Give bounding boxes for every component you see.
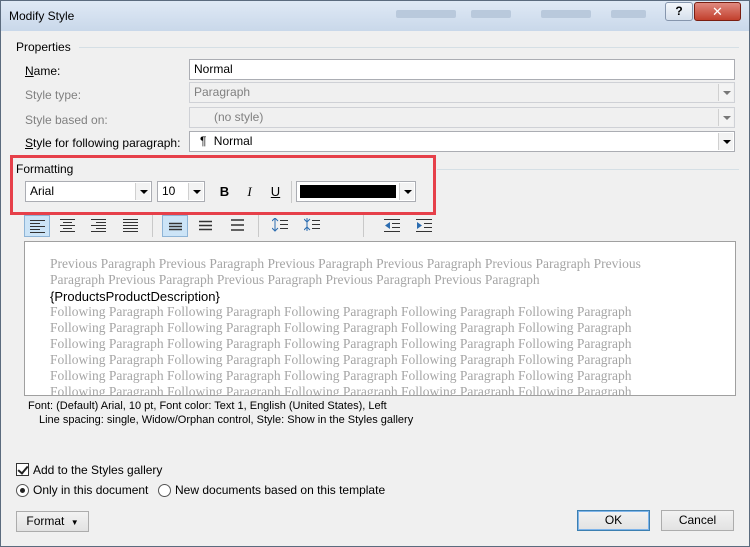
style-preview: Previous Paragraph Previous Paragraph Pr… <box>24 241 736 396</box>
only-this-document-radio[interactable] <box>16 484 29 497</box>
following-line: Following Paragraph Following Paragraph … <box>50 304 632 319</box>
decrease-spacing-before-button[interactable] <box>299 215 325 237</box>
name-field[interactable]: Normal <box>189 59 735 80</box>
font-size-select[interactable]: 10 <box>157 181 205 202</box>
background-blur <box>611 10 646 18</box>
chevron-down-icon: ▼ <box>70 518 79 527</box>
format-button[interactable]: Format ▼ <box>16 511 89 532</box>
align-center-button[interactable] <box>55 215 81 237</box>
font-color-select[interactable] <box>296 181 416 202</box>
align-right-icon <box>91 219 106 232</box>
font-size-value: 10 <box>162 184 176 198</box>
based-on-value: (no style) <box>214 110 264 124</box>
justify-icon <box>123 219 138 232</box>
toolbar-separator <box>363 215 364 237</box>
underline-button[interactable]: U <box>264 181 287 203</box>
style-type-label: Style type: <box>25 88 82 102</box>
style-type-select: Paragraph <box>189 82 735 103</box>
group-divider <box>79 47 739 48</box>
align-left-icon <box>30 220 45 233</box>
based-on-label: Style based on: <box>25 113 108 127</box>
format-label: Format <box>26 514 65 528</box>
align-left-button[interactable] <box>24 215 50 237</box>
add-to-gallery-label: Add to the Styles gallery <box>33 463 163 477</box>
description-line: Font: (Default) Arial, 10 pt, Font color… <box>28 400 387 412</box>
one-half-spacing-icon <box>199 220 212 231</box>
name-label: Name: <box>25 64 61 78</box>
single-spacing-icon <box>169 222 182 231</box>
chevron-down-icon <box>718 84 733 101</box>
title-bar[interactable]: Modify Style ? ✕ <box>1 1 749 31</box>
dialog-body: Properties Name: Normal Style type: Para… <box>7 31 744 541</box>
bold-button[interactable]: B <box>213 181 236 203</box>
following-value: Normal <box>213 134 253 148</box>
increase-indent-button[interactable] <box>411 215 437 237</box>
properties-group-title: Properties <box>16 40 71 54</box>
chevron-down-icon <box>399 183 414 200</box>
pilcrow-icon: ¶ <box>200 134 207 148</box>
one-half-spacing-button[interactable] <box>193 215 219 237</box>
following-line: Following Paragraph Following Paragraph … <box>50 384 632 396</box>
font-color-swatch <box>300 185 396 198</box>
background-blur <box>396 10 456 18</box>
align-right-button[interactable] <box>86 215 112 237</box>
description-line: Line spacing: single, Widow/Orphan contr… <box>39 414 414 426</box>
background-blur <box>541 10 591 18</box>
sample-text: {ProductsProductDescription} <box>50 289 220 304</box>
add-to-gallery-checkbox[interactable] <box>16 463 29 476</box>
increase-indent-icon <box>416 219 432 232</box>
justify-button[interactable] <box>118 215 144 237</box>
close-icon: ✕ <box>712 4 723 19</box>
only-this-document-label: Only in this document <box>33 483 149 497</box>
double-spacing-button[interactable] <box>225 215 251 237</box>
modify-style-dialog: Modify Style ? ✕ Properties Name: Normal… <box>0 0 750 547</box>
dialog-title: Modify Style <box>9 9 75 23</box>
previous-paragraph-text: Previous Paragraph Previous Paragraph Pr… <box>50 256 641 287</box>
following-paragraph-text: Following Paragraph Following Paragraph … <box>50 304 690 396</box>
help-button[interactable]: ? <box>665 2 693 21</box>
font-select[interactable]: Arial <box>25 181 152 202</box>
chevron-down-icon <box>135 183 150 200</box>
following-select[interactable]: ¶ Normal <box>189 131 735 152</box>
toolbar-separator <box>152 215 153 237</box>
increase-spacing-before-button[interactable] <box>267 215 293 237</box>
align-center-icon <box>60 219 75 232</box>
chevron-down-icon <box>718 133 733 150</box>
new-documents-radio[interactable] <box>158 484 171 497</box>
spacing-after-icon <box>304 218 320 231</box>
italic-button[interactable]: I <box>238 181 261 203</box>
toolbar-separator <box>258 215 259 237</box>
background-blur <box>471 10 511 18</box>
spacing-before-icon <box>272 218 288 232</box>
ok-button[interactable]: OK <box>577 510 650 531</box>
style-description: Font: (Default) Arial, 10 pt, Font color… <box>24 397 736 457</box>
chevron-down-icon <box>188 183 203 200</box>
toolbar-separator <box>291 181 292 203</box>
chevron-down-icon <box>718 109 733 126</box>
cancel-button[interactable]: Cancel <box>661 510 734 531</box>
new-documents-label: New documents based on this template <box>175 483 386 497</box>
based-on-select: (no style) <box>189 107 735 128</box>
group-divider <box>437 169 739 170</box>
double-spacing-icon <box>231 219 244 231</box>
close-button[interactable]: ✕ <box>694 2 741 21</box>
decrease-indent-button[interactable] <box>379 215 405 237</box>
single-spacing-button[interactable] <box>162 215 188 237</box>
style-type-value: Paragraph <box>194 85 251 99</box>
following-label: Style for following paragraph: <box>25 136 181 150</box>
following-line: Following Paragraph Following Paragraph … <box>50 320 632 335</box>
following-line: Following Paragraph Following Paragraph … <box>50 368 632 383</box>
following-line: Following Paragraph Following Paragraph … <box>50 336 632 351</box>
decrease-indent-icon <box>384 219 400 232</box>
font-value: Arial <box>30 184 55 198</box>
following-line: Following Paragraph Following Paragraph … <box>50 352 632 367</box>
